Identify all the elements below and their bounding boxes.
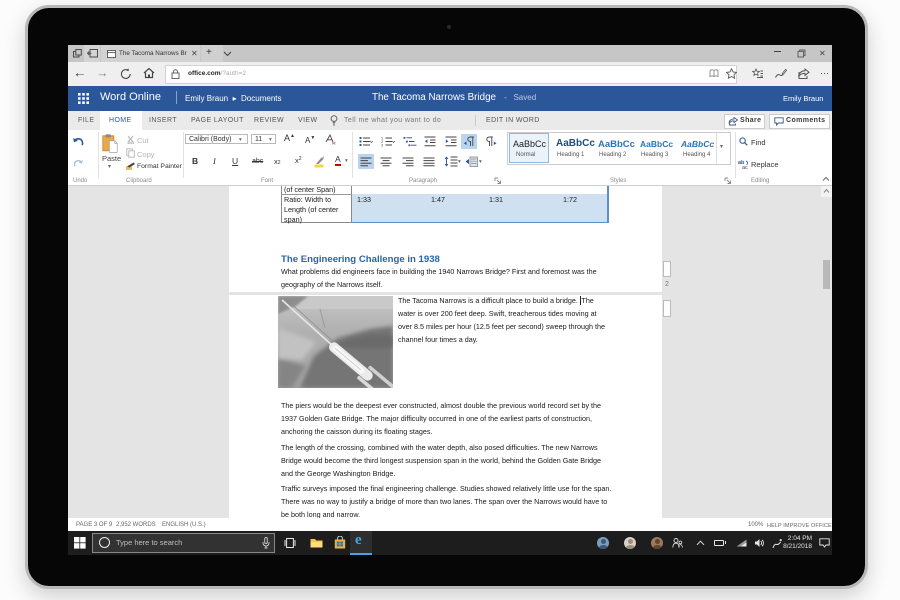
svg-text:3: 3 bbox=[381, 143, 384, 148]
svg-text:ac: ac bbox=[742, 165, 748, 169]
